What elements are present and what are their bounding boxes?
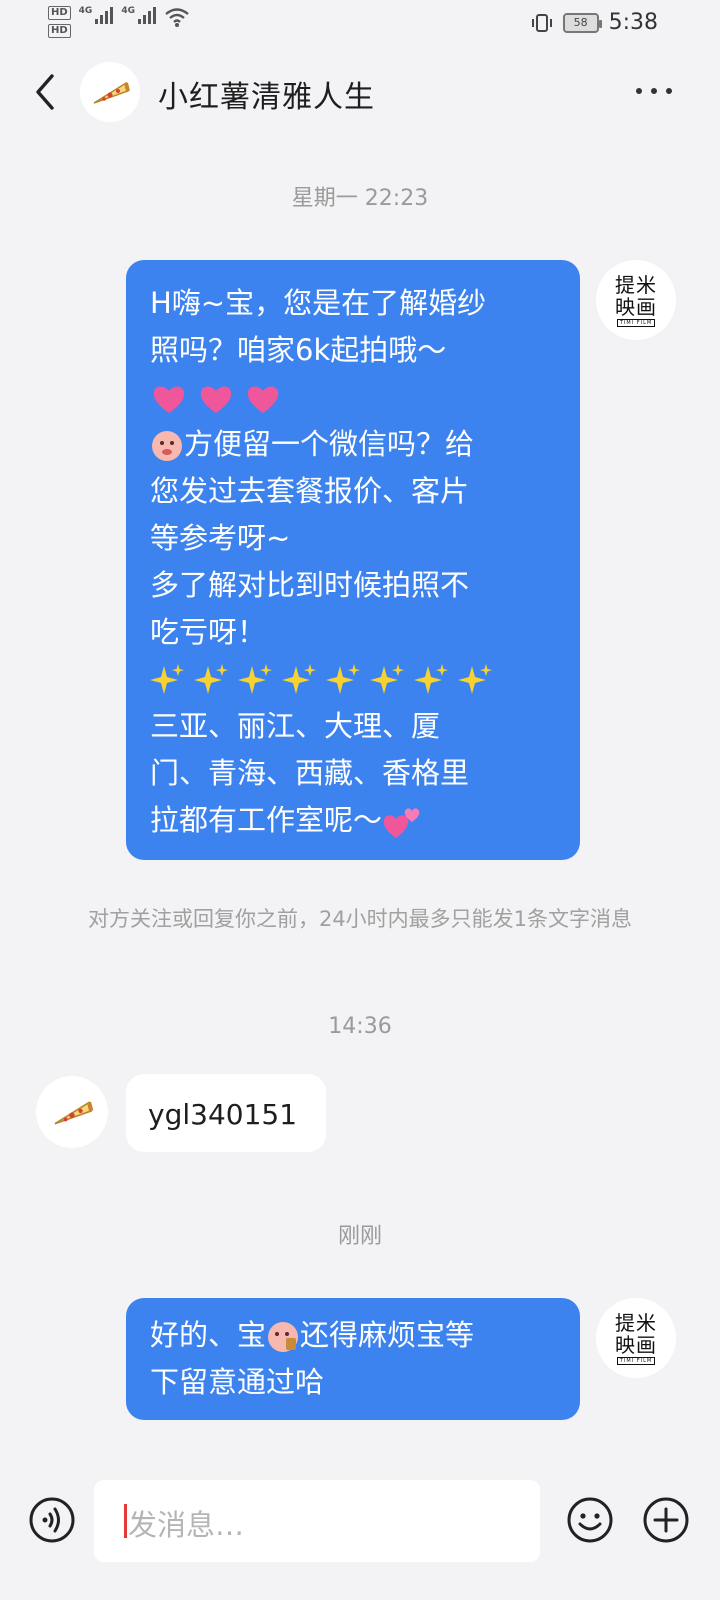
brand-sub: TIMI FILM bbox=[616, 318, 656, 327]
text-cursor bbox=[124, 1504, 127, 1538]
status-bar: HD HD 4G 4G 58 5:38 bbox=[0, 0, 720, 50]
message-text: 三亚、丽江、大理、厦 bbox=[150, 709, 441, 743]
brand-avatar[interactable]: 提米 映画 TIMI FILM bbox=[596, 260, 676, 340]
wifi-icon bbox=[165, 8, 189, 27]
network-type: 4G bbox=[78, 6, 93, 16]
input-bar: 发消息… bbox=[0, 1470, 720, 1600]
chat-title[interactable]: 小红薯清雅人生 bbox=[158, 72, 375, 116]
sparkle-emoji-icon bbox=[458, 663, 492, 694]
message-text: 吃亏呀！ bbox=[150, 615, 267, 649]
brand-sub: TIMI FILM bbox=[616, 1356, 656, 1365]
brand-name: 提米 bbox=[615, 1310, 657, 1335]
sparkle-emoji-icon bbox=[282, 663, 316, 694]
message-text: 您发过去套餐报价、客片 bbox=[150, 474, 470, 508]
hd-badge: HD bbox=[48, 6, 71, 20]
heart-emoji-icon bbox=[248, 386, 279, 413]
sparkle-emoji-icon bbox=[238, 663, 272, 694]
hearts-row bbox=[150, 374, 556, 421]
message-text: 多了解对比到时候拍照不 bbox=[150, 568, 470, 602]
voice-icon[interactable] bbox=[28, 1496, 76, 1544]
timestamp: 星期一 22:23 bbox=[291, 186, 429, 211]
message-bubble-outgoing[interactable]: H嗨~宝，您是在了解婚纱 照吗？咱家6k起拍哦～ 方便留一个微信吗？给 您发过去… bbox=[126, 260, 580, 860]
chevron-left-icon[interactable] bbox=[28, 70, 62, 114]
drinking-face-emoji-icon bbox=[268, 1322, 299, 1352]
message-text: 拉都有工作室呢～ bbox=[150, 803, 383, 837]
network-type: 4G bbox=[121, 6, 135, 16]
pizza-slice-icon bbox=[93, 81, 130, 104]
pizza-slice-icon bbox=[54, 1101, 94, 1125]
message-text: 等参考呀~ bbox=[150, 521, 291, 555]
signal-icon: 4G bbox=[121, 6, 156, 24]
heart-emoji-icon bbox=[201, 386, 232, 413]
sparkles-row bbox=[150, 656, 556, 703]
hd-badge: HD bbox=[48, 24, 71, 38]
message-text: 门、青海、西藏、香格里 bbox=[150, 756, 470, 790]
vibrate-icon bbox=[531, 13, 552, 32]
sparkle-emoji-icon bbox=[326, 663, 360, 694]
more-dots-icon[interactable] bbox=[636, 88, 672, 94]
two-hearts-emoji-icon bbox=[383, 808, 420, 838]
input-placeholder: 发消息… bbox=[128, 1508, 245, 1542]
battery-icon: 58 bbox=[562, 12, 602, 33]
brand-avatar[interactable]: 提米 映画 TIMI FILM bbox=[596, 1298, 676, 1378]
timestamp: 刚刚 bbox=[337, 1224, 382, 1249]
brand-name: 映画 bbox=[615, 294, 657, 319]
brand-name: 提米 bbox=[615, 272, 657, 297]
contact-avatar[interactable] bbox=[80, 62, 140, 122]
message-text: 方便留一个微信吗？给 bbox=[184, 427, 475, 461]
signal-icon: 4G bbox=[79, 6, 114, 24]
message-text: 好的、宝 bbox=[150, 1318, 267, 1352]
brand-name: 映画 bbox=[615, 1332, 657, 1357]
sparkle-emoji-icon bbox=[194, 663, 228, 694]
message-text: 还得麻烦宝等 bbox=[300, 1318, 475, 1352]
message-text: H嗨~宝，您是在了解婚纱 bbox=[150, 286, 487, 320]
sparkle-emoji-icon bbox=[370, 663, 404, 694]
message-text: ygl340151 bbox=[148, 1098, 298, 1131]
heart-emoji-icon bbox=[153, 386, 185, 413]
sparkle-emoji-icon bbox=[150, 663, 184, 694]
message-bubble-incoming[interactable]: ygl340151 bbox=[126, 1074, 326, 1152]
message-text: 下留意通过哈 bbox=[150, 1365, 325, 1399]
message-bubble-outgoing[interactable]: 好的、宝 还得麻烦宝等 下留意通过哈 bbox=[126, 1298, 580, 1420]
plus-icon[interactable] bbox=[642, 1496, 690, 1544]
blushing-face-emoji-icon bbox=[152, 431, 182, 461]
message-input[interactable]: 发消息… bbox=[94, 1480, 540, 1562]
chat-header: 小红薯清雅人生 bbox=[0, 50, 720, 140]
message-text: 照吗？咱家6k起拍哦～ bbox=[150, 333, 447, 367]
timestamp: 14:36 bbox=[328, 1014, 392, 1039]
system-notice: 对方关注或回复你之前，24小时内最多只能发1条文字消息 bbox=[87, 907, 633, 931]
status-time: 5:38 bbox=[608, 10, 658, 35]
sparkle-emoji-icon bbox=[414, 663, 448, 694]
smiley-icon[interactable] bbox=[566, 1496, 614, 1544]
contact-avatar[interactable] bbox=[36, 1076, 108, 1148]
